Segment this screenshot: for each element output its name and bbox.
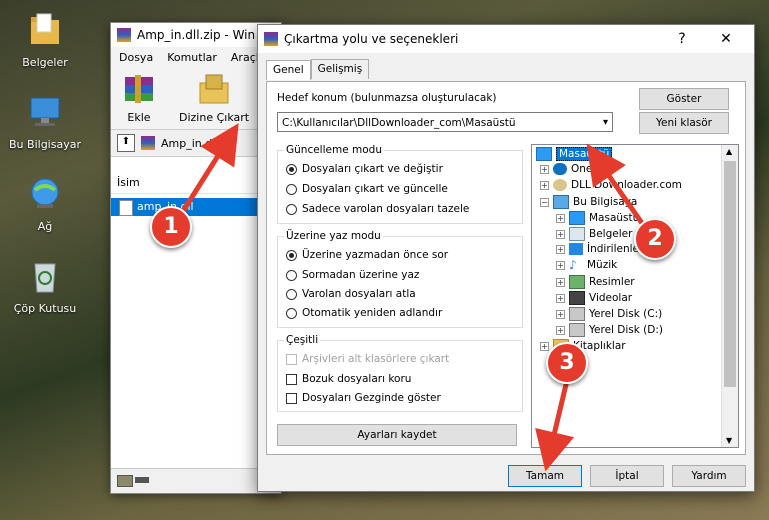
callout-1: 1 [150, 206, 192, 248]
annotation-arrows [177, 123, 647, 472]
arrow-1 [177, 123, 239, 218]
callout-3: 3 [546, 342, 588, 384]
arrow-3 [535, 375, 575, 472]
arrow-2 [586, 143, 647, 228]
callout-2: 2 [634, 218, 676, 260]
